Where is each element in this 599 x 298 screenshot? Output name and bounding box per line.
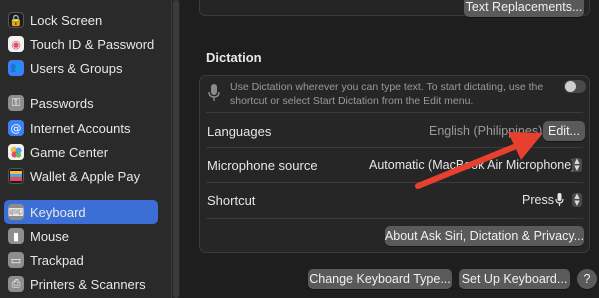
toggle-knob [565, 81, 576, 92]
sidebar-item-internet-accounts[interactable]: @ Internet Accounts [4, 116, 158, 140]
sidebar-item-label: Lock Screen [30, 12, 103, 28]
divider [206, 182, 583, 183]
shortcut-popup[interactable]: Press [522, 193, 554, 207]
sidebar-item-users-groups[interactable]: 👥 Users & Groups [4, 56, 158, 80]
wallet-cards [10, 171, 22, 181]
sidebar-item-lock-screen[interactable]: 🔒 Lock Screen [4, 8, 158, 32]
shortcut-label: Shortcut [207, 193, 256, 208]
at-icon: @ [8, 120, 24, 136]
microphone-popup-chevron-icon[interactable]: ▲ ▼ [572, 158, 582, 172]
dictation-toggle[interactable] [564, 80, 586, 93]
sidebar-item-label: Game Center [30, 144, 109, 160]
sidebar-item-label: Passwords [30, 95, 94, 111]
game-center-icon [8, 144, 24, 160]
sidebar-item-trackpad[interactable]: ▭ Trackpad [4, 248, 158, 272]
sidebar-item-label: Touch ID & Password [30, 36, 155, 52]
text-replacements-button[interactable]: Text Replacements... [464, 0, 584, 17]
key-icon: ⚿ [8, 95, 24, 111]
microphone-icon [208, 84, 220, 101]
sidebar-item-label: Keyboard [30, 204, 86, 220]
sidebar-item-label: Mouse [30, 228, 70, 244]
wallet-icon [8, 168, 24, 184]
fingerprint-icon: ◉ [8, 36, 24, 52]
dictation-info-text: Use Dictation wherever you can type text… [230, 81, 544, 107]
divider [206, 218, 583, 219]
sidebar-item-touch-id[interactable]: ◉ Touch ID & Password [4, 32, 158, 56]
divider [206, 112, 583, 113]
sidebar-item-label: Printers & Scanners [30, 276, 146, 292]
change-keyboard-type-button[interactable]: Change Keyboard Type... [308, 269, 452, 289]
sidebar-item-passwords[interactable]: ⚿ Passwords [4, 91, 158, 115]
sidebar-item-mouse[interactable]: ▮ Mouse [4, 224, 158, 248]
languages-label: Languages [207, 124, 272, 139]
printer-icon: ⎙ [8, 276, 24, 292]
trackpad-icon: ▭ [8, 252, 24, 268]
set-up-keyboard-button[interactable]: Set Up Keyboard... [459, 269, 570, 289]
sidebar-item-printers[interactable]: ⎙ Printers & Scanners [4, 272, 158, 296]
sidebar-item-wallet[interactable]: Wallet & Apple Pay [4, 164, 158, 188]
dictation-section-title: Dictation [206, 50, 262, 65]
users-icon: 👥 [8, 60, 24, 76]
help-button[interactable]: ? [577, 269, 597, 289]
languages-value: English (Philippines) [429, 124, 543, 138]
keyboard-icon: ⌨ [8, 204, 24, 220]
lock-icon: 🔒 [8, 12, 24, 28]
mouse-icon: ▮ [8, 228, 24, 244]
sidebar-item-label: Wallet & Apple Pay [30, 168, 141, 184]
sidebar-item-game-center[interactable]: Game Center [4, 140, 158, 164]
game-center-bubbles [10, 146, 22, 158]
scroll-thumb[interactable] [173, 0, 179, 298]
shortcut-microphone-icon [555, 193, 564, 206]
microphone-source-popup[interactable]: Automatic (MacBook Air Microphone) [369, 158, 575, 172]
sidebar: 🔒 Lock Screen ◉ Touch ID & Password 👥 Us… [0, 0, 172, 298]
languages-edit-button[interactable]: Edit... [543, 121, 585, 141]
shortcut-popup-chevron-icon[interactable]: ▲ ▼ [572, 193, 582, 207]
divider [206, 147, 583, 148]
sidebar-item-keyboard[interactable]: ⌨ Keyboard [4, 200, 158, 224]
sidebar-item-label: Trackpad [30, 252, 84, 268]
about-siri-dictation-privacy-button[interactable]: About Ask Siri, Dictation & Privacy... [385, 226, 584, 246]
sidebar-scrollbar[interactable] [172, 0, 180, 298]
microphone-source-label: Microphone source [207, 158, 318, 173]
sidebar-item-label: Users & Groups [30, 60, 123, 76]
sidebar-item-label: Internet Accounts [30, 120, 131, 136]
